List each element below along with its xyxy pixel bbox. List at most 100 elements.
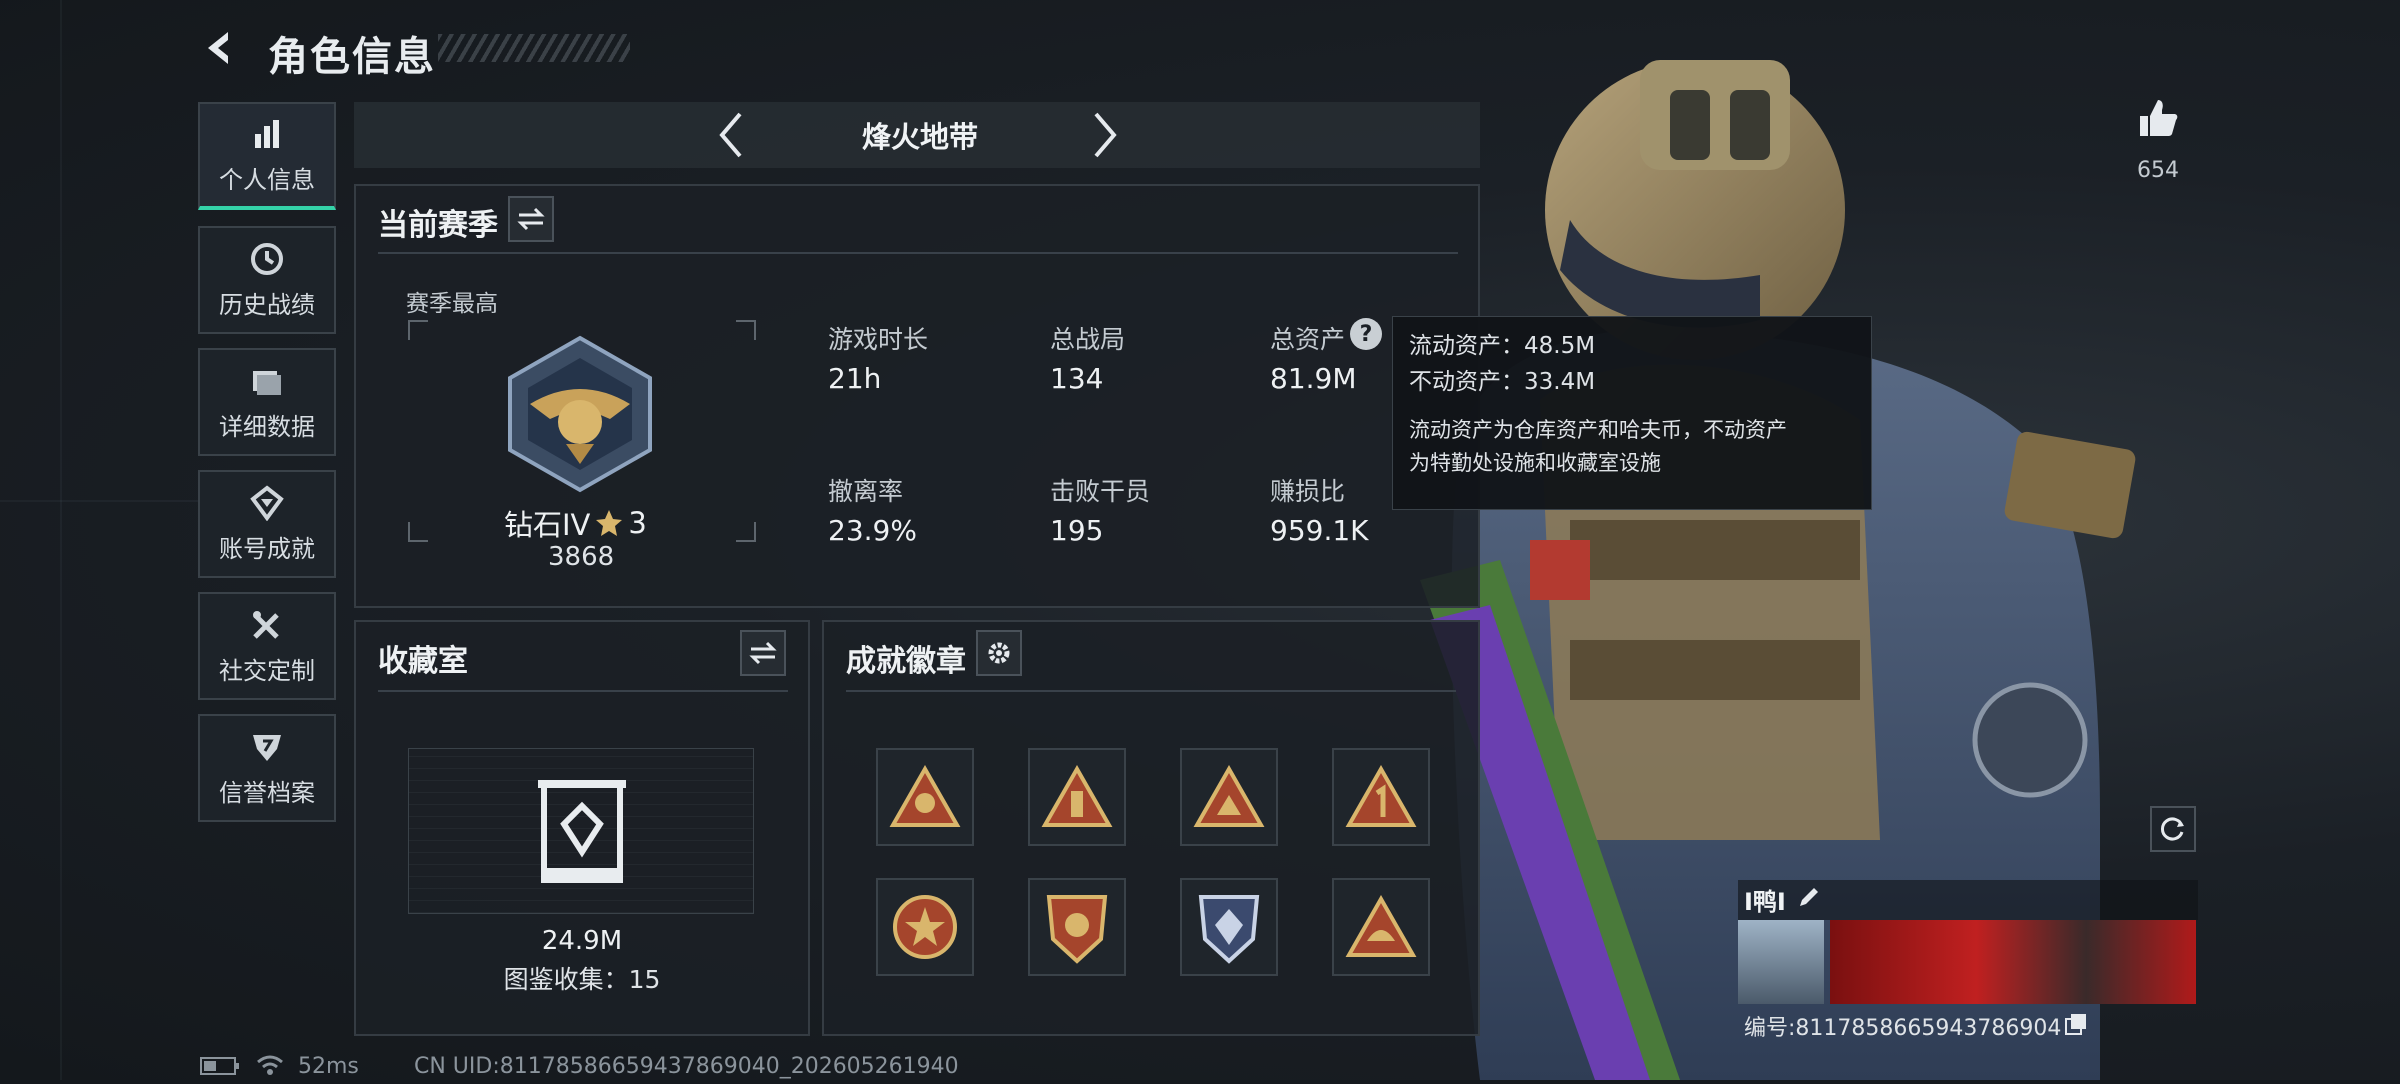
stat-value: 21h — [828, 362, 882, 395]
page-title: 角色信息 — [268, 34, 436, 80]
frame-corner — [736, 320, 756, 340]
shield-icon — [253, 734, 281, 761]
tooltip-desc: 为特勤处设施和收藏室设施 — [1409, 450, 1661, 475]
stat-value: 81.9M — [1270, 362, 1357, 395]
achievement-badge[interactable] — [1332, 748, 1430, 846]
stat-label: 游戏时长 — [828, 325, 929, 354]
sidebar-item-personal-info[interactable]: 个人信息 — [198, 102, 336, 210]
sidebar-item-detailed-data[interactable]: 详细数据 — [198, 348, 336, 456]
triangle-badge-icon — [1193, 765, 1265, 827]
tooltip-fixed: 不动资产：33.4M — [1409, 368, 1596, 395]
stat-value: 23.9% — [828, 514, 917, 547]
refresh-icon — [2160, 817, 2184, 841]
number-one-badge-icon — [1345, 765, 1417, 827]
triangle-badge-icon — [889, 765, 961, 827]
tools-icon — [253, 610, 279, 639]
stat-label: 总战局 — [1050, 325, 1126, 354]
achievement-badge[interactable] — [1180, 878, 1278, 976]
frame-corner — [408, 522, 428, 542]
round-star-badge-icon — [893, 895, 957, 959]
collection-switch-button[interactable] — [740, 630, 786, 676]
stat-value: 959.1K — [1270, 514, 1369, 547]
title-decoration — [438, 34, 630, 62]
achievement-icon — [250, 484, 284, 521]
achievement-badge[interactable] — [876, 748, 974, 846]
ping-text: 52ms — [298, 1054, 359, 1079]
sidebar-item-label: 历史战绩 — [219, 290, 315, 319]
divider — [378, 252, 1458, 254]
rank-display: 钻石IV 3 — [504, 502, 647, 544]
player-name: I鸭I — [1744, 888, 1786, 916]
divider — [846, 690, 1456, 692]
season-title: 当前赛季 — [378, 208, 498, 243]
achievement-badge[interactable] — [876, 878, 974, 976]
clock-icon — [251, 242, 283, 275]
stat-label: 撤离率 — [828, 477, 904, 506]
back-arrow-icon[interactable] — [198, 26, 242, 70]
rank-score: 3868 — [548, 542, 615, 572]
achievement-badge[interactable] — [1028, 748, 1126, 846]
frame-corner — [736, 522, 756, 542]
swap-icon — [749, 641, 777, 665]
rotate-model-button[interactable] — [2150, 806, 2196, 852]
sidebar-item-achievements[interactable]: 账号成就 — [198, 470, 336, 578]
edit-icon[interactable] — [1796, 884, 1822, 910]
collection-catalog: 图鉴收集：15 — [503, 965, 661, 994]
battery-icon — [200, 1057, 239, 1075]
stat-label: 击败干员 — [1050, 477, 1151, 506]
tooltip-desc: 流动资产为仓库资产和哈夫币，不动资产 — [1409, 418, 1787, 443]
stat-value: 134 — [1050, 362, 1104, 395]
help-icon[interactable]: ? — [1350, 318, 1382, 350]
grid-line — [60, 0, 62, 1080]
stat-label: 总资产 — [1270, 325, 1346, 354]
season-best-label: 赛季最高 — [406, 291, 498, 317]
player-id: 编号:8117858665943786904 — [1744, 1016, 2062, 1041]
collection-value: 24.9M — [541, 926, 623, 956]
triangle-badge-icon — [1345, 895, 1417, 957]
grid-line — [0, 500, 200, 502]
achievement-badge[interactable] — [1180, 748, 1278, 846]
uid-text: CN UID:81178586659437869040_202605261940 — [414, 1054, 959, 1079]
bar-chart-icon — [255, 119, 279, 148]
frame-corner — [408, 320, 428, 340]
chevron-right-icon[interactable] — [1090, 110, 1120, 160]
shield-badge-icon — [1046, 895, 1108, 964]
wifi-icon — [257, 1055, 283, 1075]
stat-label: 赚损比 — [1270, 477, 1346, 506]
triangle-badge-icon — [1041, 765, 1113, 827]
gear-icon — [988, 642, 1010, 664]
thumbs-up-icon[interactable] — [2136, 96, 2180, 140]
likes-count: 654 — [2137, 158, 2179, 183]
vault-icon — [538, 780, 626, 883]
badges-title: 成就徽章 — [846, 644, 966, 679]
sidebar-item-social-custom[interactable]: 社交定制 — [198, 592, 336, 700]
badges-settings-button[interactable] — [976, 630, 1022, 676]
asset-tooltip: 流动资产：48.5M 不动资产：33.4M 流动资产为仓库资产和哈夫币，不动资产… — [1392, 316, 1872, 510]
swap-icon — [517, 207, 545, 231]
sidebar-item-credit-record[interactable]: 信誉档案 — [198, 714, 336, 822]
stat-value: 195 — [1050, 514, 1104, 547]
star-icon — [596, 510, 623, 536]
sidebar-item-label: 信誉档案 — [219, 778, 315, 807]
tooltip-liquid: 流动资产：48.5M — [1409, 333, 1596, 359]
season-switch-button[interactable] — [508, 196, 554, 242]
copy-icon[interactable] — [2064, 1012, 2088, 1036]
sidebar-item-label: 社交定制 — [219, 656, 315, 685]
divider — [378, 690, 788, 692]
sidebar-item-label: 个人信息 — [219, 165, 315, 194]
collection-title: 收藏室 — [378, 644, 468, 679]
sidebar-item-history[interactable]: 历史战绩 — [198, 226, 336, 334]
rank-stars: 3 — [628, 506, 647, 540]
rank-name: 钻石IV — [504, 508, 591, 542]
sidebar-item-label: 详细数据 — [219, 412, 315, 441]
folder-icon — [253, 370, 281, 395]
achievement-badge[interactable] — [1028, 878, 1126, 976]
sidebar-item-label: 账号成就 — [219, 534, 315, 563]
avatar[interactable] — [1738, 920, 1824, 1004]
achievement-badge[interactable] — [1332, 878, 1430, 976]
rank-emblem-icon — [508, 335, 652, 493]
chevron-left-icon[interactable] — [716, 110, 746, 160]
diamond-shield-badge-icon — [1198, 895, 1260, 964]
mode-label: 烽火地带 — [861, 120, 978, 154]
profile-banner[interactable] — [1830, 920, 2196, 1004]
